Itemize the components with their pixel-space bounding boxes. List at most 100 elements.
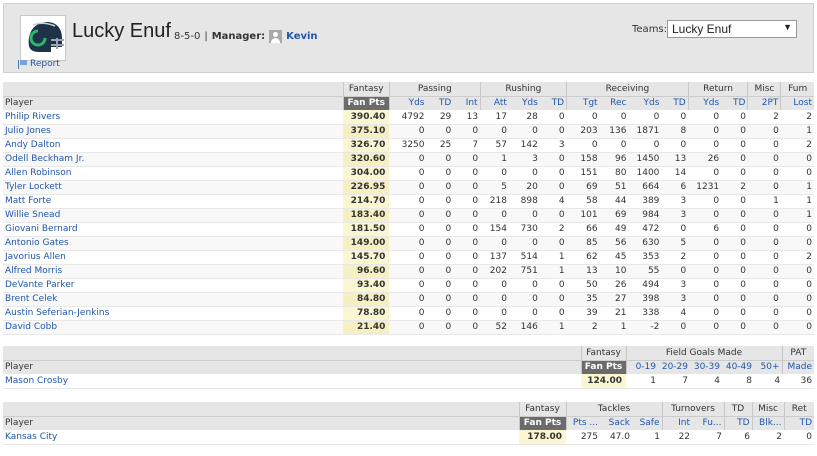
player-name-link[interactable]: Kansas City xyxy=(3,430,519,445)
col-fg-50-plus[interactable]: 50+ xyxy=(754,360,783,374)
col-rec-rec[interactable]: Rec xyxy=(599,96,629,110)
col-td[interactable]: TD xyxy=(723,416,753,430)
stat-cell: 0 xyxy=(453,124,481,139)
stat-cell: 0 xyxy=(780,292,814,307)
stat-cell: 0 xyxy=(426,166,454,181)
col-rush-att[interactable]: Att xyxy=(479,96,509,110)
fantasy-points-cell: 390.40 xyxy=(343,110,390,125)
stat-cell: 0 xyxy=(688,138,722,153)
fantasy-points-cell: 181.50 xyxy=(343,222,390,237)
player-name-link[interactable]: Giovani Bernard xyxy=(3,222,344,237)
player-name-link[interactable]: Willie Snead xyxy=(3,208,344,223)
col-pass-int[interactable]: Int xyxy=(453,96,481,110)
col-ret-td[interactable]: TD xyxy=(783,416,815,430)
stat-cell: 0 xyxy=(426,124,454,139)
stat-cell: 0 xyxy=(688,124,722,139)
kicker-rows: Mason Crosby 124.00 1 7 4 8 4 36 xyxy=(3,374,815,389)
stat-cell: 2 xyxy=(747,110,781,125)
stat-cell: 0 xyxy=(780,306,814,321)
col-ret-td[interactable]: TD xyxy=(721,96,748,110)
group-ret: Ret xyxy=(783,402,815,417)
player-name-link[interactable]: Allen Robinson xyxy=(3,166,344,181)
teams-select[interactable]: Lucky Enuf ▼ xyxy=(667,20,797,38)
col-sack[interactable]: Sack xyxy=(600,416,632,430)
kicker-column-header: Player Fan Pts 0-19 20-29 30-39 40-49 50… xyxy=(3,360,815,374)
stat-cell: 35 xyxy=(566,292,600,307)
stat-cell: 80 xyxy=(599,166,629,181)
player-name-link[interactable]: Antonio Gates xyxy=(3,236,344,251)
table-row: Austin Seferian-Jenkins 78.80 0 0 0 0 0 0 39 21 33… xyxy=(3,306,814,321)
player-name-link[interactable]: Andy Dalton xyxy=(3,138,344,153)
stat-cell: 3 xyxy=(661,278,689,293)
stat-cell: 0 xyxy=(661,264,689,279)
player-name-link[interactable]: Alfred Morris xyxy=(3,264,344,279)
col-rush-yds[interactable]: Yds xyxy=(508,96,540,110)
col-fum-lost[interactable]: Lost xyxy=(780,96,814,110)
player-name-link[interactable]: David Cobb xyxy=(3,320,344,335)
col-rush-td[interactable]: TD xyxy=(539,96,567,110)
player-name-link[interactable]: Odell Beckham Jr. xyxy=(3,152,344,167)
table-row: Julio Jones 375.10 0 0 0 0 0 0 203 136 1871 8 0 0 0 1 xyxy=(3,124,814,139)
col-pat-made[interactable]: Made xyxy=(781,360,815,374)
col-rec-tgt[interactable]: Tgt xyxy=(566,96,600,110)
col-fg-40-49[interactable]: 40-49 xyxy=(722,360,754,374)
col-fan-pts[interactable]: Fan Pts xyxy=(342,96,390,110)
report-label[interactable]: Report xyxy=(30,59,60,69)
stat-cell: 1 xyxy=(780,194,814,209)
stat-cell: 3 xyxy=(661,292,689,307)
stat-cell: 0 xyxy=(688,236,722,251)
player-name-link[interactable]: Philip Rivers xyxy=(3,110,344,125)
col-blocked[interactable]: Blk... xyxy=(751,416,785,430)
stat-cell: 0 xyxy=(453,320,481,335)
col-ret-yds[interactable]: Yds xyxy=(687,96,722,110)
col-rec-yds[interactable]: Yds xyxy=(628,96,662,110)
stat-cell: 472 xyxy=(628,222,662,237)
fantasy-points-cell: 375.10 xyxy=(343,124,390,139)
stat-cell: 3 xyxy=(508,152,540,167)
stat-cell: 0 xyxy=(747,236,781,251)
player-name-link[interactable]: Javorius Allen xyxy=(3,250,344,265)
stat-cell: 0 xyxy=(747,320,781,335)
stat-cell: 0 xyxy=(480,166,509,181)
stat-cell: 2 xyxy=(780,110,814,125)
col-int[interactable]: Int xyxy=(661,416,693,430)
col-pts-allowed[interactable]: Pts ... xyxy=(565,416,600,430)
report-link[interactable]: Report xyxy=(18,59,60,69)
player-name-link[interactable]: DeVante Parker xyxy=(3,278,344,293)
fantasy-points-cell: 149.00 xyxy=(343,236,390,251)
col-fg-30-39[interactable]: 30-39 xyxy=(690,360,722,374)
player-name-link[interactable]: Mason Crosby xyxy=(3,374,581,389)
group-receiving: Receiving xyxy=(566,82,689,97)
player-name-link[interactable]: Matt Forte xyxy=(3,194,344,209)
col-fg-20-29[interactable]: 20-29 xyxy=(658,360,690,374)
stat-cell: 45 xyxy=(599,250,629,265)
stat-cell: 0 xyxy=(539,180,567,195)
stat-cell: 0 xyxy=(453,292,481,307)
stat-cell: 1871 xyxy=(628,124,662,139)
stat-cell: 0 xyxy=(566,110,600,125)
col-misc-2pt[interactable]: 2PT xyxy=(747,96,781,110)
group-return: Return xyxy=(687,82,748,97)
col-fan-pts[interactable]: Fan Pts xyxy=(518,416,566,430)
col-fumble[interactable]: Fu... xyxy=(692,416,725,430)
player-name-link[interactable]: Julio Jones xyxy=(3,124,344,139)
player-name-link[interactable]: Tyler Lockett xyxy=(3,180,344,195)
stat-cell: 0 xyxy=(539,236,567,251)
player-name-link[interactable]: Austin Seferian-Jenkins xyxy=(3,306,344,321)
col-safety[interactable]: Safe xyxy=(632,416,663,430)
stat-cell: 0 xyxy=(508,236,540,251)
stat-cell: 398 xyxy=(628,292,662,307)
table-row: Alfred Morris 96.60 0 0 0 202 751 1 13 10 55 0 0 0 0 0 xyxy=(3,264,814,279)
manager-link[interactable]: Kevin xyxy=(286,31,317,42)
player-column-header: Player xyxy=(3,360,581,374)
col-pass-td[interactable]: TD xyxy=(426,96,454,110)
player-name-link[interactable]: Brent Celek xyxy=(3,292,344,307)
col-fg-0-19[interactable]: 0-19 xyxy=(625,360,658,374)
teams-selected-value: Lucky Enuf xyxy=(672,22,732,36)
stat-cell: 0 xyxy=(426,208,454,223)
col-pass-yds[interactable]: Yds xyxy=(388,96,427,110)
stat-cell: 39 xyxy=(566,306,600,321)
col-rec-td[interactable]: TD xyxy=(661,96,689,110)
col-fan-pts[interactable]: Fan Pts xyxy=(580,360,626,374)
stat-cell: 57 xyxy=(480,138,509,153)
